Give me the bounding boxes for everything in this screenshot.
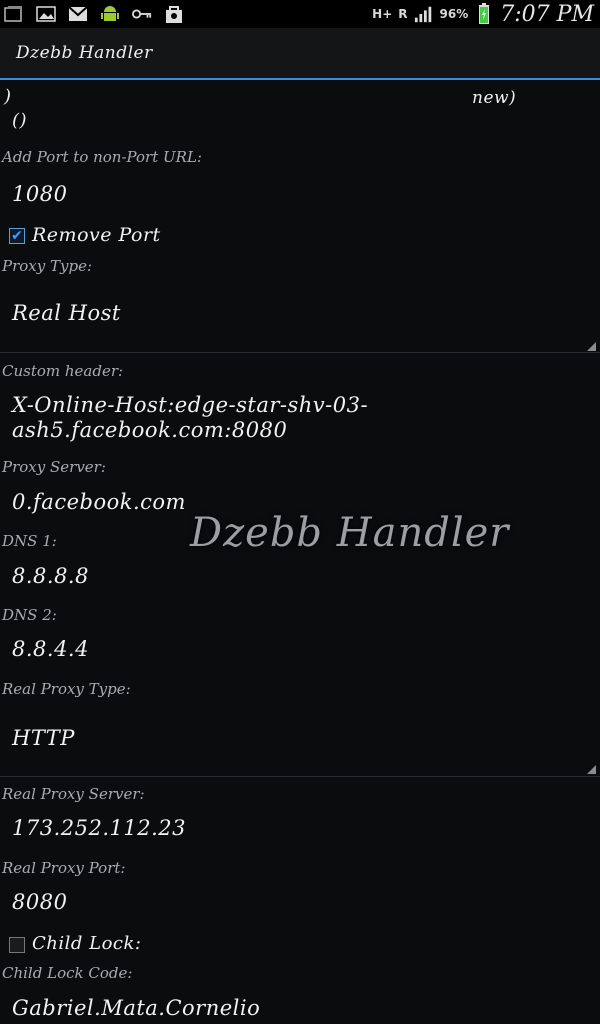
child-lock-code-input[interactable]: Gabriel.Mata.Cornelio: [12, 996, 260, 1020]
real-proxy-server-input[interactable]: 173.252.112.23: [12, 816, 186, 840]
clock-text: 7:07 PM: [500, 1, 594, 27]
remove-port-checkbox[interactable]: ✔: [9, 228, 25, 244]
proxy-server-label: Proxy Server:: [2, 458, 106, 476]
real-proxy-type-label: Real Proxy Type:: [2, 680, 131, 698]
status-bar: H+ R 96% 7:07 PM: [0, 0, 600, 28]
title-bar: Dzebb Handler: [0, 28, 600, 80]
custom-header-line1[interactable]: X-Online-Host:edge-star-shv-03-: [12, 393, 368, 417]
add-port-input[interactable]: 1080: [12, 182, 67, 206]
roaming-text: R: [398, 7, 408, 21]
custom-header-line2[interactable]: ash5.facebook.com:8080: [12, 418, 287, 442]
settings-list[interactable]: ––––––– ) new) () Add Port to non-Port U…: [0, 80, 600, 1024]
new-label: new): [472, 88, 517, 108]
header-bracket: ): [4, 86, 12, 107]
divider: [0, 776, 600, 777]
bag-icon: [164, 4, 184, 24]
app-title: Dzebb Handler: [16, 43, 153, 63]
real-proxy-type-spinner[interactable]: HTTP: [0, 710, 600, 776]
real-proxy-port-input[interactable]: 8080: [12, 890, 67, 914]
proxy-server-input[interactable]: 0.facebook.com: [12, 490, 186, 514]
battery-percent-text: 96%: [439, 7, 469, 21]
add-port-label: Add Port to non-Port URL:: [2, 148, 202, 166]
dns1-input[interactable]: 8.8.8.8: [12, 564, 89, 588]
checkmark-icon: ✔: [11, 228, 23, 244]
proxy-type-value: Real Host: [12, 301, 121, 325]
gmail-icon: [68, 4, 88, 24]
proxy-type-label: Proxy Type:: [2, 257, 93, 275]
dns2-label: DNS 2:: [2, 606, 57, 624]
real-proxy-type-value: HTTP: [12, 726, 75, 750]
cut-off-text: –––––––: [0, 80, 600, 86]
gallery-icon: [4, 4, 24, 24]
custom-header-label: Custom header:: [2, 362, 124, 380]
divider: [0, 352, 600, 353]
watermark: Dzebb Handler: [190, 510, 510, 556]
dns1-label: DNS 1:: [2, 532, 57, 550]
dns2-input[interactable]: 8.8.4.4: [12, 637, 89, 661]
android-icon: [100, 4, 120, 24]
header-paren: (): [12, 110, 28, 131]
spinner-arrow-icon: [587, 765, 596, 774]
network-type-text: H+: [372, 7, 393, 21]
remove-port-label[interactable]: Remove Port: [32, 224, 161, 246]
proxy-type-spinner[interactable]: Real Host: [0, 285, 600, 353]
real-proxy-server-label: Real Proxy Server:: [2, 785, 145, 803]
child-lock-label[interactable]: Child Lock:: [32, 933, 141, 954]
key-icon: [132, 4, 152, 24]
real-proxy-port-label: Real Proxy Port:: [2, 859, 126, 877]
battery-icon: [474, 3, 494, 24]
image-icon: [36, 4, 56, 24]
child-lock-code-label: Child Lock Code:: [2, 964, 133, 982]
spinner-arrow-icon: [587, 342, 596, 351]
child-lock-checkbox[interactable]: [9, 937, 25, 953]
signal-icon: [414, 4, 434, 24]
